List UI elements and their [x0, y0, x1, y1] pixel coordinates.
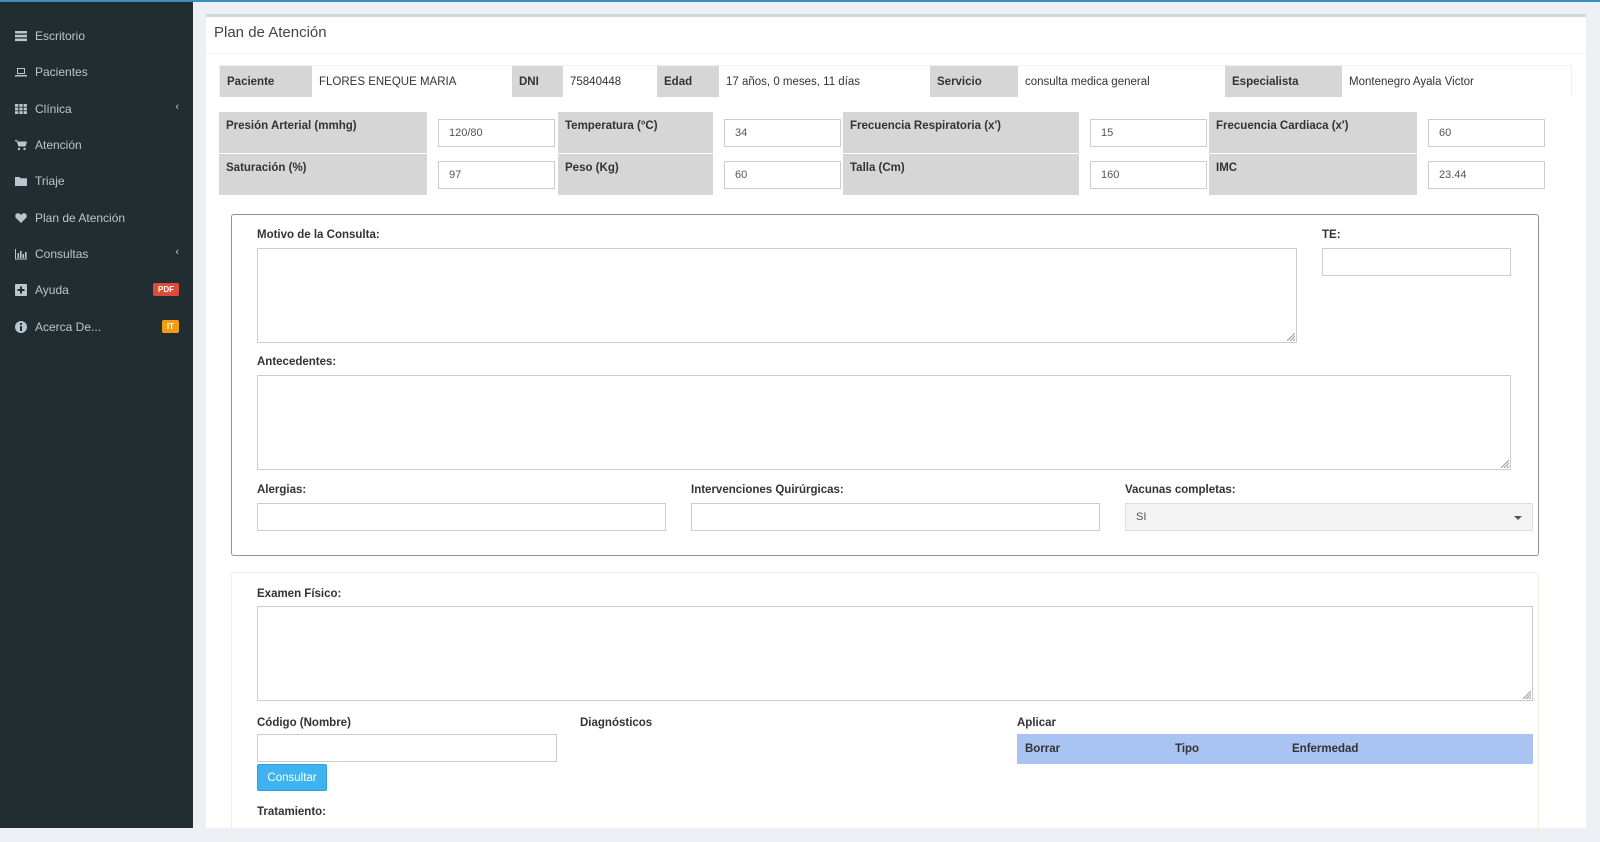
main-content: Plan de Atención Paciente FLORES ENEQUE … [206, 14, 1586, 842]
sidebar-item-acerca[interactable]: Acerca De... IT [0, 308, 193, 345]
top-accent-line [0, 0, 1600, 2]
col-enfermedad: Enfermedad [1292, 743, 1359, 755]
intervenciones-label: Intervenciones Quirúrgicas: [691, 484, 844, 496]
especialista-value: Montenegro Ayala Victor [1342, 66, 1571, 97]
resize-handle-icon[interactable] [1501, 460, 1509, 468]
sidebar-item-label: Escritorio [35, 28, 86, 43]
antecedentes-textarea[interactable] [257, 375, 1511, 470]
frecuencia-respiratoria-label: Frecuencia Respiratoria (x') [843, 112, 1079, 153]
sidebar: Escritorio Pacientes Clínica ‹ Atención … [0, 2, 193, 828]
aplicar-label: Aplicar [1017, 717, 1056, 729]
imc-input[interactable]: 23.44 [1428, 161, 1545, 189]
examen-fisico-label: Examen Físico: [257, 588, 342, 600]
antecedentes-label: Antecedentes: [257, 356, 337, 368]
temperatura-input[interactable]: 34 [724, 119, 841, 147]
servicio-header: Servicio [930, 66, 1018, 97]
saturacion-label: Saturación (%) [219, 154, 427, 195]
codigo-label: Código (Nombre) [257, 717, 351, 729]
grid-icon [14, 102, 28, 116]
dashboard-icon [14, 29, 28, 43]
vacunas-label: Vacunas completas: [1125, 484, 1236, 496]
sidebar-item-label: Atención [35, 137, 82, 152]
sidebar-item-pacientes[interactable]: Pacientes [0, 53, 193, 90]
title-divider [206, 53, 1586, 54]
diagnosticos-label: Diagnósticos [580, 717, 653, 729]
imc-label: IMC [1209, 154, 1417, 195]
dni-header: DNI [512, 66, 563, 97]
chevron-left-icon: ‹ [175, 101, 179, 113]
peso-label: Peso (Kg) [558, 154, 713, 195]
cart-icon [14, 138, 28, 152]
intervenciones-input[interactable] [691, 503, 1100, 531]
alergias-label: Alergias: [257, 484, 307, 496]
motivo-label: Motivo de la Consulta: [257, 229, 380, 241]
te-label: TE: [1322, 229, 1341, 241]
sidebar-item-clinica[interactable]: Clínica ‹ [0, 90, 193, 127]
edad-header: Edad [657, 66, 719, 97]
laptop-icon [14, 65, 28, 79]
frecuencia-cardiaca-label: Frecuencia Cardiaca (x') [1209, 112, 1417, 153]
tratamiento-label: Tratamiento: [257, 806, 327, 818]
sidebar-item-ayuda[interactable]: Ayuda PDF [0, 271, 193, 308]
frecuencia-cardiaca-input[interactable]: 60 [1428, 119, 1545, 147]
sidebar-item-label: Clínica [35, 101, 72, 116]
consulta-panel: Motivo de la Consulta: TE: Antecedentes:… [231, 214, 1539, 556]
sidebar-item-atencion[interactable]: Atención [0, 126, 193, 163]
diagnosticos-table-header: Borrar Tipo Enfermedad [1017, 734, 1533, 764]
sidebar-item-escritorio[interactable]: Escritorio [0, 17, 193, 54]
sidebar-item-label: Acerca De... [35, 319, 102, 334]
patient-info-row: Paciente FLORES ENEQUE MARIA DNI 7584044… [219, 65, 1572, 97]
bar-chart-icon [14, 247, 28, 261]
vacunas-select[interactable]: SI [1125, 503, 1533, 531]
sidebar-item-label: Pacientes [35, 64, 88, 79]
sidebar-item-triaje[interactable]: Triaje [0, 162, 193, 199]
edad-value: 17 años, 0 meses, 11 días [719, 66, 930, 97]
presion-input[interactable]: 120/80 [438, 119, 555, 147]
paciente-value: FLORES ENEQUE MARIA [312, 66, 512, 97]
dni-value: 75840448 [563, 66, 657, 97]
page-title: Plan de Atención [214, 24, 327, 41]
motivo-textarea[interactable] [257, 248, 1297, 343]
presion-label: Presión Arterial (mmhg) [219, 112, 427, 153]
resize-handle-icon[interactable] [1287, 333, 1295, 341]
it-badge[interactable]: IT [161, 320, 179, 333]
plus-square-icon [14, 283, 28, 297]
paciente-header: Paciente [220, 66, 312, 97]
examen-panel: Examen Físico: Código (Nombre) Consultar… [231, 572, 1539, 842]
servicio-value: consulta medica general [1018, 66, 1225, 97]
peso-input[interactable]: 60 [724, 161, 841, 189]
talla-label: Talla (Cm) [843, 154, 1079, 195]
consultar-button[interactable]: Consultar [257, 764, 327, 791]
talla-input[interactable]: 160 [1090, 161, 1207, 189]
sidebar-item-plan-atencion[interactable]: Plan de Atención [0, 199, 193, 236]
resize-handle-icon[interactable] [1523, 691, 1531, 699]
col-tipo: Tipo [1175, 743, 1200, 755]
info-circle-icon [14, 320, 28, 334]
examen-fisico-textarea[interactable] [257, 606, 1533, 701]
chevron-left-icon: ‹ [175, 246, 179, 258]
col-borrar: Borrar [1025, 743, 1061, 755]
folder-icon [14, 174, 28, 188]
sidebar-item-label: Consultas [35, 246, 89, 261]
frecuencia-respiratoria-input[interactable]: 15 [1090, 119, 1207, 147]
especialista-header: Especialista [1225, 66, 1342, 97]
heartbeat-icon [14, 211, 28, 225]
temperatura-label: Temperatura (°C) [558, 112, 713, 153]
vacunas-selected-value: SI [1136, 511, 1147, 523]
caret-down-icon [1514, 516, 1522, 520]
sidebar-item-label: Ayuda [35, 282, 69, 297]
sidebar-item-label: Triaje [35, 173, 65, 188]
sidebar-item-label: Plan de Atención [35, 210, 126, 225]
pdf-badge[interactable]: PDF [153, 283, 179, 296]
saturacion-input[interactable]: 97 [438, 161, 555, 189]
sidebar-item-consultas[interactable]: Consultas ‹ [0, 235, 193, 272]
codigo-input[interactable] [257, 734, 557, 762]
alergias-input[interactable] [257, 503, 666, 531]
te-input[interactable] [1322, 248, 1511, 276]
